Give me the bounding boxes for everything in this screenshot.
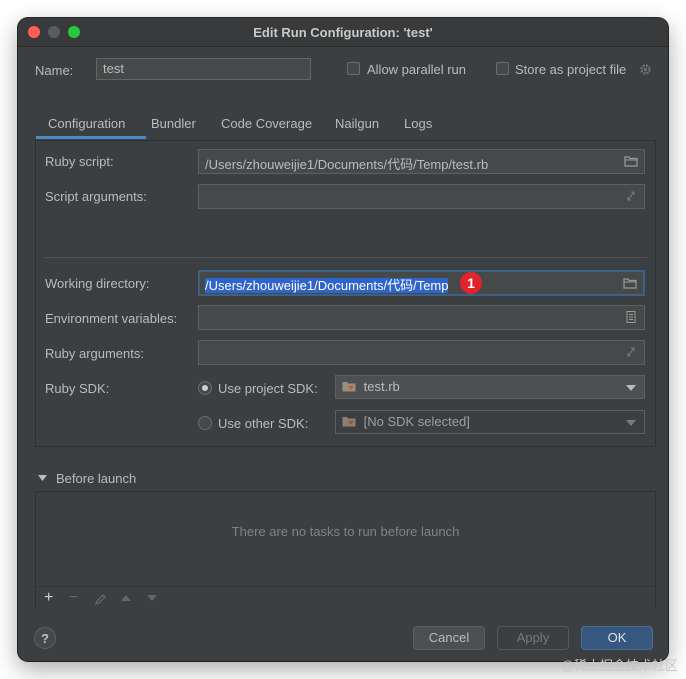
- project-sdk-value: test.rb: [363, 379, 400, 394]
- allow-parallel-run-label: Allow parallel run: [367, 62, 466, 77]
- cancel-button[interactable]: Cancel: [413, 626, 485, 650]
- ruby-arguments-field[interactable]: [198, 340, 645, 365]
- before-launch-empty-text: There are no tasks to run before launch: [231, 524, 460, 539]
- folder-browse-icon[interactable]: [624, 155, 638, 167]
- remove-icon[interactable]: −: [69, 589, 78, 607]
- expand-icon[interactable]: [624, 346, 638, 358]
- use-other-sdk-radio[interactable]: [198, 416, 212, 430]
- environment-variables-label: Environment variables:: [45, 311, 178, 326]
- move-up-icon[interactable]: [120, 594, 132, 602]
- working-directory-label: Working directory:: [45, 276, 150, 291]
- apply-button[interactable]: Apply: [497, 626, 569, 650]
- before-launch-toolbar: + −: [36, 586, 655, 609]
- allow-parallel-run-checkbox[interactable]: [347, 62, 360, 75]
- name-label: Name:: [35, 63, 74, 78]
- tab-logs[interactable]: Logs: [404, 116, 432, 131]
- use-project-sdk-label: Use project SDK:: [218, 381, 318, 396]
- script-arguments-label: Script arguments:: [45, 189, 147, 204]
- environment-variables-field[interactable]: [198, 305, 645, 330]
- ruby-sdk-icon: [342, 417, 356, 427]
- expand-icon[interactable]: [624, 190, 638, 202]
- store-as-project-file-checkbox[interactable]: [496, 62, 509, 75]
- ruby-script-label: Ruby script:: [45, 154, 114, 169]
- script-arguments-field[interactable]: [198, 184, 645, 209]
- use-other-sdk-label: Use other SDK:: [218, 416, 309, 431]
- window-title: Edit Run Configuration: 'test': [253, 25, 433, 40]
- before-launch-task-list[interactable]: There are no tasks to run before launch …: [35, 491, 656, 609]
- edit-run-configuration-dialog: Edit Run Configuration: 'test' Name: tes…: [18, 18, 668, 661]
- add-icon[interactable]: +: [44, 589, 53, 607]
- ruby-sdk-label: Ruby SDK:: [45, 381, 110, 396]
- gear-icon[interactable]: [639, 63, 652, 76]
- other-sdk-value: [No SDK selected]: [363, 414, 470, 429]
- tab-bundler[interactable]: Bundler: [151, 116, 196, 131]
- title-bar: Edit Run Configuration: 'test': [18, 18, 668, 47]
- ruby-script-field[interactable]: /Users/zhouweijie1/Documents/代码/Temp/tes…: [198, 149, 645, 174]
- chevron-down-icon: [626, 385, 636, 391]
- watermark: @稀土掘金技术社区: [560, 658, 678, 673]
- store-as-project-file-label: Store as project file: [515, 62, 627, 77]
- separator: [44, 257, 647, 258]
- working-directory-value: /Users/zhouweijie1/Documents/代码/Temp: [205, 278, 449, 293]
- ok-button[interactable]: OK: [581, 626, 653, 650]
- ruby-arguments-label: Ruby arguments:: [45, 346, 144, 361]
- use-project-sdk-radio[interactable]: [198, 381, 212, 395]
- collapse-triangle-icon: [38, 475, 47, 481]
- name-value: test: [103, 61, 124, 76]
- edit-icon[interactable]: [94, 592, 108, 606]
- tab-configuration[interactable]: Configuration: [48, 116, 125, 131]
- name-field[interactable]: test: [96, 58, 311, 80]
- chevron-down-icon: [626, 420, 636, 426]
- before-launch-title: Before launch: [56, 471, 137, 486]
- ruby-sdk-icon: [342, 382, 356, 392]
- help-button[interactable]: ?: [34, 627, 56, 649]
- project-sdk-dropdown[interactable]: test.rb: [335, 375, 645, 399]
- tab-code-coverage[interactable]: Code Coverage: [221, 116, 312, 131]
- other-sdk-dropdown[interactable]: [No SDK selected]: [335, 410, 645, 434]
- working-directory-field[interactable]: /Users/zhouweijie1/Documents/代码/Temp: [198, 270, 645, 296]
- move-down-icon[interactable]: [146, 594, 158, 602]
- ruby-script-value: /Users/zhouweijie1/Documents/代码/Temp/tes…: [205, 157, 489, 172]
- tab-nailgun[interactable]: Nailgun: [335, 116, 379, 131]
- document-icon[interactable]: [624, 311, 638, 323]
- configuration-panel: Ruby script: /Users/zhouweijie1/Document…: [35, 140, 656, 447]
- active-tab-indicator: [36, 136, 146, 139]
- folder-browse-icon[interactable]: [623, 277, 637, 289]
- annotation-marker: 1: [460, 272, 482, 294]
